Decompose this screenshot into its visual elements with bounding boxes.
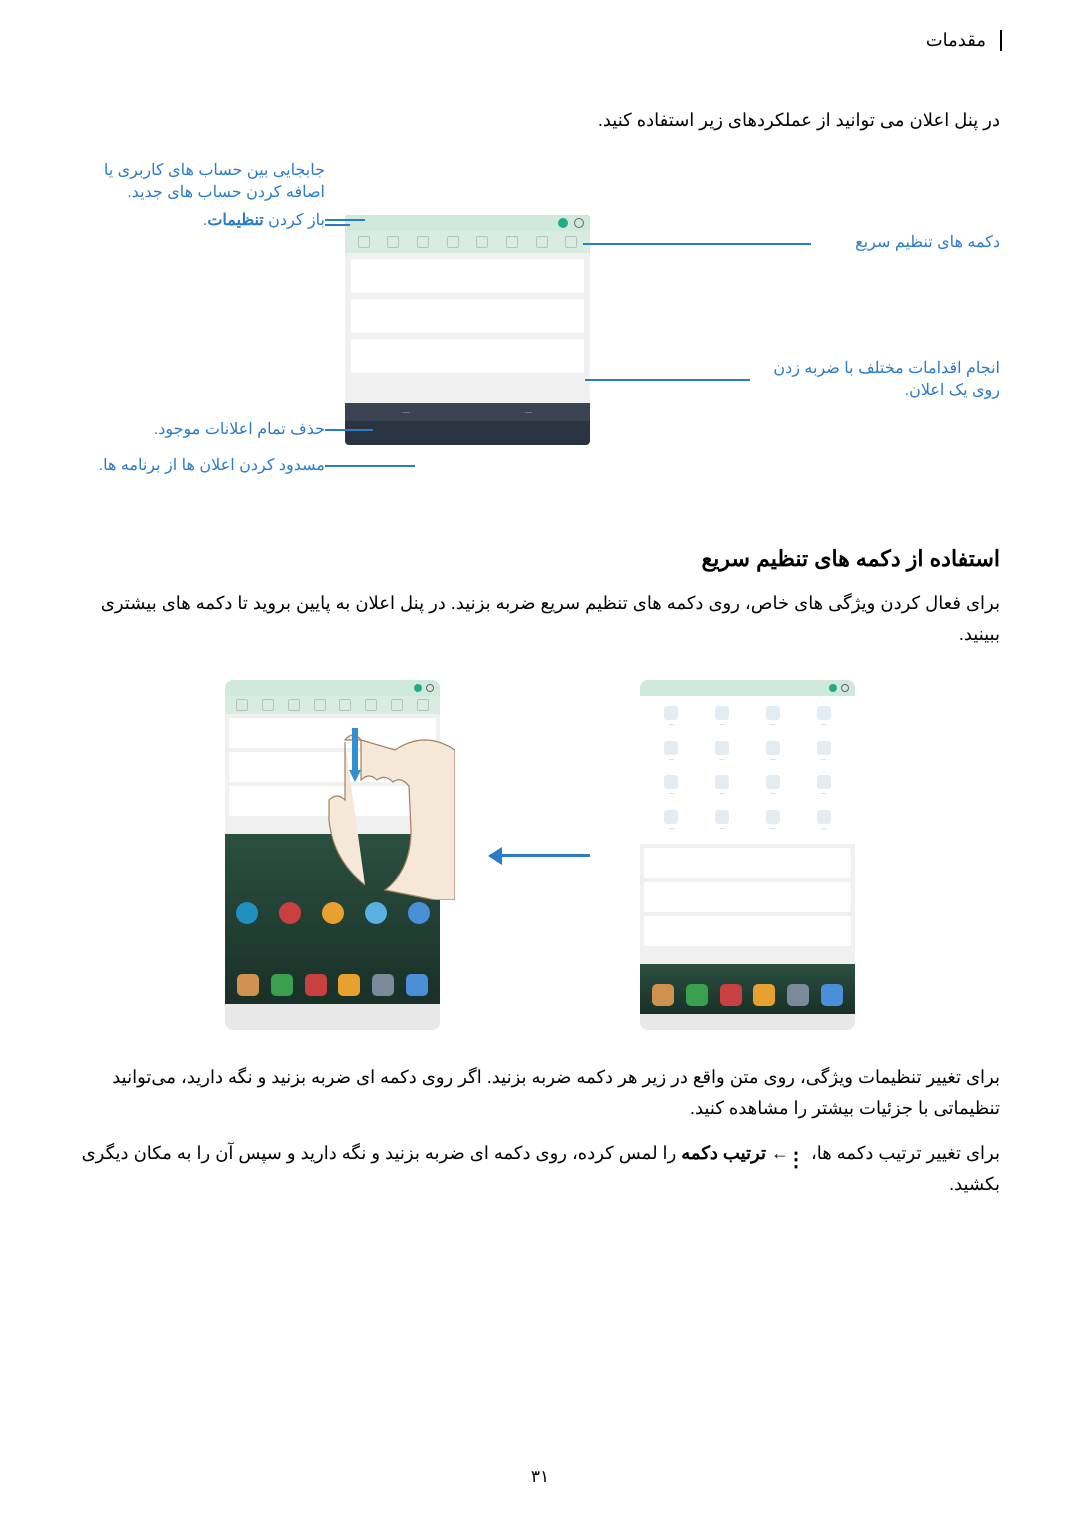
callout-line <box>585 379 750 381</box>
callout-accounts: جابجایی بین حساب های کاربری یا اصافه کرد… <box>100 160 325 205</box>
qs-icon <box>417 236 429 248</box>
user-icon <box>558 218 568 228</box>
quick-settings-bar <box>345 231 590 253</box>
dock <box>640 982 855 1008</box>
callout-line <box>325 219 365 221</box>
body-paragraph-3: برای تغییر ترتیب دکمه ها، ← ترتیب دکمه ر… <box>80 1138 1000 1199</box>
qs-icon <box>387 236 399 248</box>
panel-top-bar <box>345 215 590 231</box>
shot-top <box>640 680 855 696</box>
qs-icon <box>476 236 488 248</box>
intro-paragraph: در پنل اعلان می توانید از عملکردهای زیر … <box>598 110 1000 131</box>
callout-tap: انجام اقدامات مختلف با ضربه زدن روی یک ا… <box>755 358 1000 403</box>
block-label: — <box>525 409 532 416</box>
qs-icon <box>565 236 577 248</box>
section-heading: استفاده از دکمه های تنظیم سریع <box>702 546 1000 572</box>
panel-swipe-screenshot <box>225 680 440 1030</box>
qs-icon <box>358 236 370 248</box>
phone-panel-mock: — — <box>345 215 590 445</box>
notification-panel-diagram: — — جابجایی بین حساب های کاربری یا اصافه… <box>0 160 1080 500</box>
body-paragraph-2: برای تغییر تنظیمات ویژگی، روی متن واقع د… <box>80 1062 1000 1123</box>
page-number: ۳۱ <box>531 1467 549 1487</box>
arrow-left-icon <box>490 854 590 857</box>
notification-item <box>351 339 584 373</box>
body-paragraph-1: برای فعال کردن ویژگی های خاص، روی دکمه ه… <box>80 588 1000 649</box>
quick-settings-grid: — — — — — — — — — — — — — — — — <box>640 696 855 844</box>
user-icon <box>829 684 837 692</box>
chapter-header: مقدمات <box>926 30 1002 51</box>
callout-block: مسدود کردن اعلان ها از برنامه ها. <box>90 455 325 477</box>
notifications-area <box>345 253 590 403</box>
notification-item <box>351 259 584 293</box>
callout-line <box>325 429 373 431</box>
gear-icon <box>574 218 584 228</box>
notification-item <box>351 299 584 333</box>
callout-line <box>325 224 350 226</box>
callout-quick: دکمه های تنظیم سریع <box>835 232 1000 254</box>
clear-label: — <box>403 409 410 416</box>
callout-clear: حذف تمام اعلانات موجود. <box>132 419 325 441</box>
callout-settings: باز کردن تنظیمات. <box>198 210 325 232</box>
messages-icon <box>720 984 742 1006</box>
panel-footer: — — <box>345 403 590 421</box>
gear-icon <box>841 684 849 692</box>
qs-icon <box>536 236 548 248</box>
browser-icon <box>787 984 809 1006</box>
screenshot-row: — — — — — — — — — — — — — — — — <box>0 670 1080 1040</box>
callout-line <box>583 243 811 245</box>
body3-bold: ترتیب دکمه <box>681 1143 766 1163</box>
contacts-icon <box>753 984 775 1006</box>
qs-icon <box>447 236 459 248</box>
apps-icon <box>821 984 843 1006</box>
qs-icon <box>506 236 518 248</box>
more-icon <box>794 1145 806 1163</box>
files-icon <box>652 984 674 1006</box>
body3-pre: برای تغییر ترتیب دکمه ها، <box>806 1143 1000 1163</box>
phone-icon <box>686 984 708 1006</box>
expanded-panel-screenshot: — — — — — — — — — — — — — — — — <box>640 680 855 1030</box>
callout-line <box>325 465 415 467</box>
